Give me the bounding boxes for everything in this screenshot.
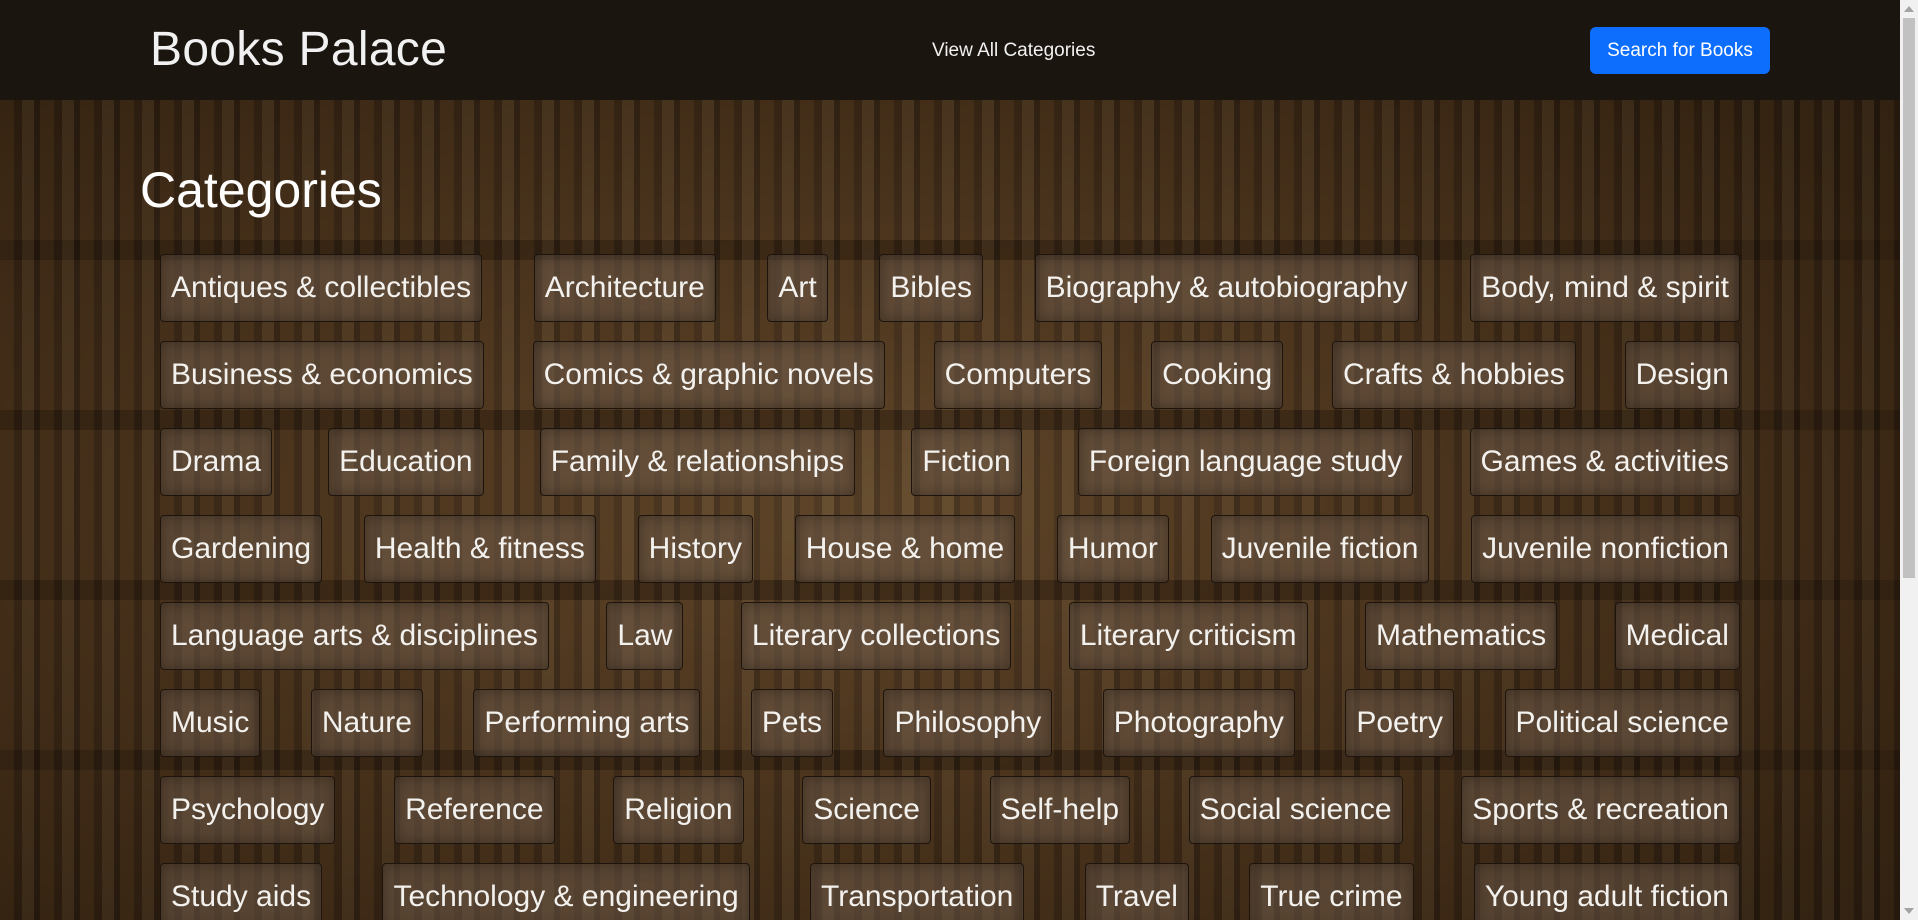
- category-item[interactable]: Sports & recreation: [1461, 776, 1740, 844]
- category-item[interactable]: Crafts & hobbies: [1332, 341, 1576, 409]
- category-item[interactable]: Social science: [1188, 776, 1403, 844]
- category-item[interactable]: Design: [1624, 341, 1740, 409]
- category-item[interactable]: Medical: [1614, 602, 1740, 670]
- category-item[interactable]: Political science: [1504, 689, 1740, 757]
- category-item[interactable]: Juvenile fiction: [1210, 515, 1430, 583]
- category-row: Gardening Health & fitness History House & …: [160, 515, 1740, 583]
- category-item[interactable]: Bibles: [879, 254, 984, 322]
- category-item[interactable]: Young adult fiction: [1473, 863, 1740, 920]
- category-item[interactable]: Games & activities: [1469, 428, 1740, 496]
- category-item[interactable]: Literary criticism: [1068, 602, 1308, 670]
- page-title: Categories: [140, 162, 382, 218]
- category-item[interactable]: Science: [802, 776, 931, 844]
- brand-logo[interactable]: Books Palace: [150, 22, 447, 77]
- main-content: Categories Antiques & collectibles Archit…: [140, 160, 1740, 920]
- category-item[interactable]: Foreign language study: [1077, 428, 1414, 496]
- chevron-up-icon[interactable]: [1904, 6, 1914, 12]
- category-item[interactable]: Reference: [394, 776, 555, 844]
- category-item[interactable]: Nature: [310, 689, 423, 757]
- category-row: Drama Education Family & relationships Fict…: [160, 428, 1740, 496]
- category-item[interactable]: Philosophy: [883, 689, 1053, 757]
- category-item[interactable]: Literary collections: [740, 602, 1012, 670]
- category-item[interactable]: Technology & engineering: [382, 863, 750, 920]
- category-item[interactable]: Self-help: [989, 776, 1131, 844]
- category-item[interactable]: Humor: [1056, 515, 1169, 583]
- category-item[interactable]: House & home: [794, 515, 1016, 583]
- navbar: Books Palace View All Categories Search …: [0, 0, 1900, 100]
- category-item[interactable]: Language arts & disciplines: [160, 602, 549, 670]
- category-item[interactable]: Antiques & collectibles: [160, 254, 483, 322]
- category-item[interactable]: Psychology: [160, 776, 336, 844]
- category-row: Business & economics Comics & graphic nov…: [160, 341, 1740, 409]
- category-row: Study aids Technology & engineering Transp…: [160, 863, 1740, 920]
- category-item[interactable]: History: [637, 515, 753, 583]
- category-item[interactable]: Mathematics: [1365, 602, 1558, 670]
- category-item[interactable]: Travel: [1084, 863, 1189, 920]
- category-item[interactable]: Pets: [750, 689, 833, 757]
- category-item[interactable]: Music: [160, 689, 261, 757]
- category-item[interactable]: Computers: [933, 341, 1103, 409]
- category-row: Antiques & collectibles Architecture Art Bi…: [160, 254, 1740, 322]
- scrollbar-thumb[interactable]: [1903, 18, 1915, 578]
- category-item[interactable]: Gardening: [160, 515, 323, 583]
- category-row: Language arts & disciplines Law Literary c…: [160, 602, 1740, 670]
- category-item[interactable]: Performing arts: [473, 689, 701, 757]
- category-item[interactable]: Business & economics: [160, 341, 484, 409]
- category-item[interactable]: Biography & autobiography: [1034, 254, 1419, 322]
- category-item[interactable]: Fiction: [911, 428, 1022, 496]
- category-item[interactable]: Study aids: [160, 863, 323, 920]
- category-item[interactable]: True crime: [1249, 863, 1414, 920]
- category-list: Antiques & collectibles Architecture Art Bi…: [160, 254, 1740, 920]
- category-item[interactable]: Cooking: [1151, 341, 1284, 409]
- page: Books Palace View All Categories Search …: [0, 0, 1918, 920]
- category-row: Psychology Reference Religion Science Self-h…: [160, 776, 1740, 844]
- category-item[interactable]: Architecture: [533, 254, 716, 322]
- category-item[interactable]: Body, mind & spirit: [1470, 254, 1740, 322]
- category-item[interactable]: Education: [328, 428, 484, 496]
- chevron-down-icon[interactable]: [1904, 908, 1914, 914]
- category-item[interactable]: Health & fitness: [363, 515, 596, 583]
- search-for-books-button[interactable]: Search for Books: [1590, 27, 1770, 74]
- category-item[interactable]: Art: [767, 254, 828, 322]
- category-item[interactable]: Photography: [1102, 689, 1295, 757]
- category-row: Music Nature Performing arts Pets Philosophy…: [160, 689, 1740, 757]
- vertical-scrollbar[interactable]: [1900, 0, 1918, 920]
- view-all-categories-link[interactable]: View All Categories: [932, 40, 1095, 62]
- category-item[interactable]: Poetry: [1345, 689, 1455, 757]
- category-item[interactable]: Comics & graphic novels: [532, 341, 885, 409]
- category-item[interactable]: Law: [606, 602, 684, 670]
- category-item[interactable]: Juvenile nonfiction: [1471, 515, 1740, 583]
- category-item[interactable]: Religion: [613, 776, 744, 844]
- category-item[interactable]: Transportation: [810, 863, 1025, 920]
- category-item[interactable]: Family & relationships: [539, 428, 856, 496]
- category-item[interactable]: Drama: [160, 428, 273, 496]
